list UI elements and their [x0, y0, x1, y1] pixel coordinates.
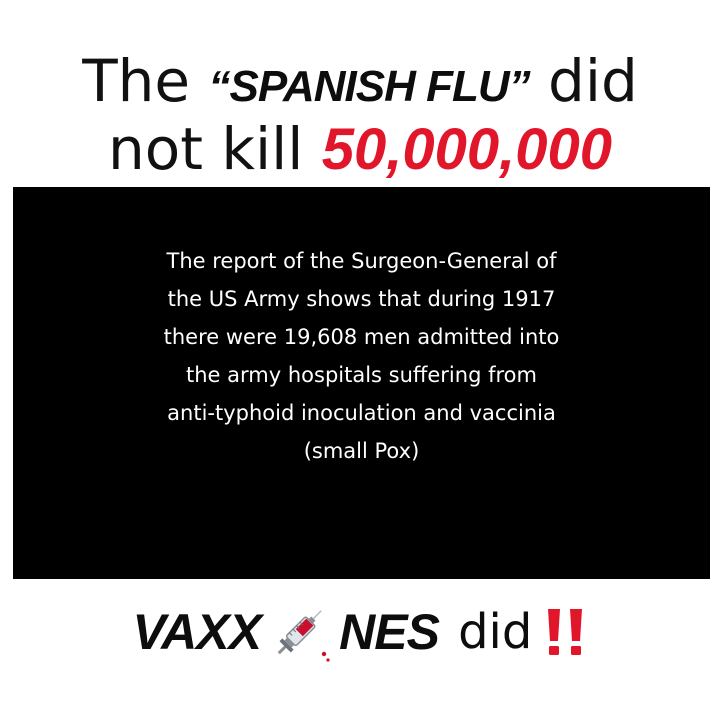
headline-death-count: 50,000,000 — [321, 117, 613, 182]
double-exclamation-icon — [543, 605, 587, 659]
headline-did: did — [548, 47, 638, 115]
footer-word-part-2: NES — [339, 604, 440, 660]
quote-line: anti-typhoid inoculation and vaccinia — [167, 401, 556, 425]
headline-the: The — [82, 47, 191, 115]
headline-spanish-flu: “SPANISH FLU” — [208, 62, 531, 111]
syringe-icon — [268, 600, 332, 664]
headline-line-2: not kill 50,000,000 — [0, 112, 720, 187]
footer-slogan: VAXX NES did — [0, 600, 720, 670]
quote-line: there were 19,608 men admitted into — [163, 325, 560, 349]
quote-text: The report of the Surgeon-General of the… — [13, 242, 710, 470]
footer-did: did — [458, 604, 533, 660]
quote-panel: The report of the Surgeon-General of the… — [13, 187, 710, 579]
quote-line: the army hospitals suffering from — [186, 363, 537, 387]
footer-word-part-1: VAXX — [132, 604, 262, 660]
quote-line: (small Pox) — [303, 439, 420, 463]
quote-line: the US Army shows that during 1917 — [167, 287, 556, 311]
headline-not-kill: not kill — [107, 115, 304, 183]
quote-line: The report of the Surgeon-General of — [166, 249, 557, 273]
